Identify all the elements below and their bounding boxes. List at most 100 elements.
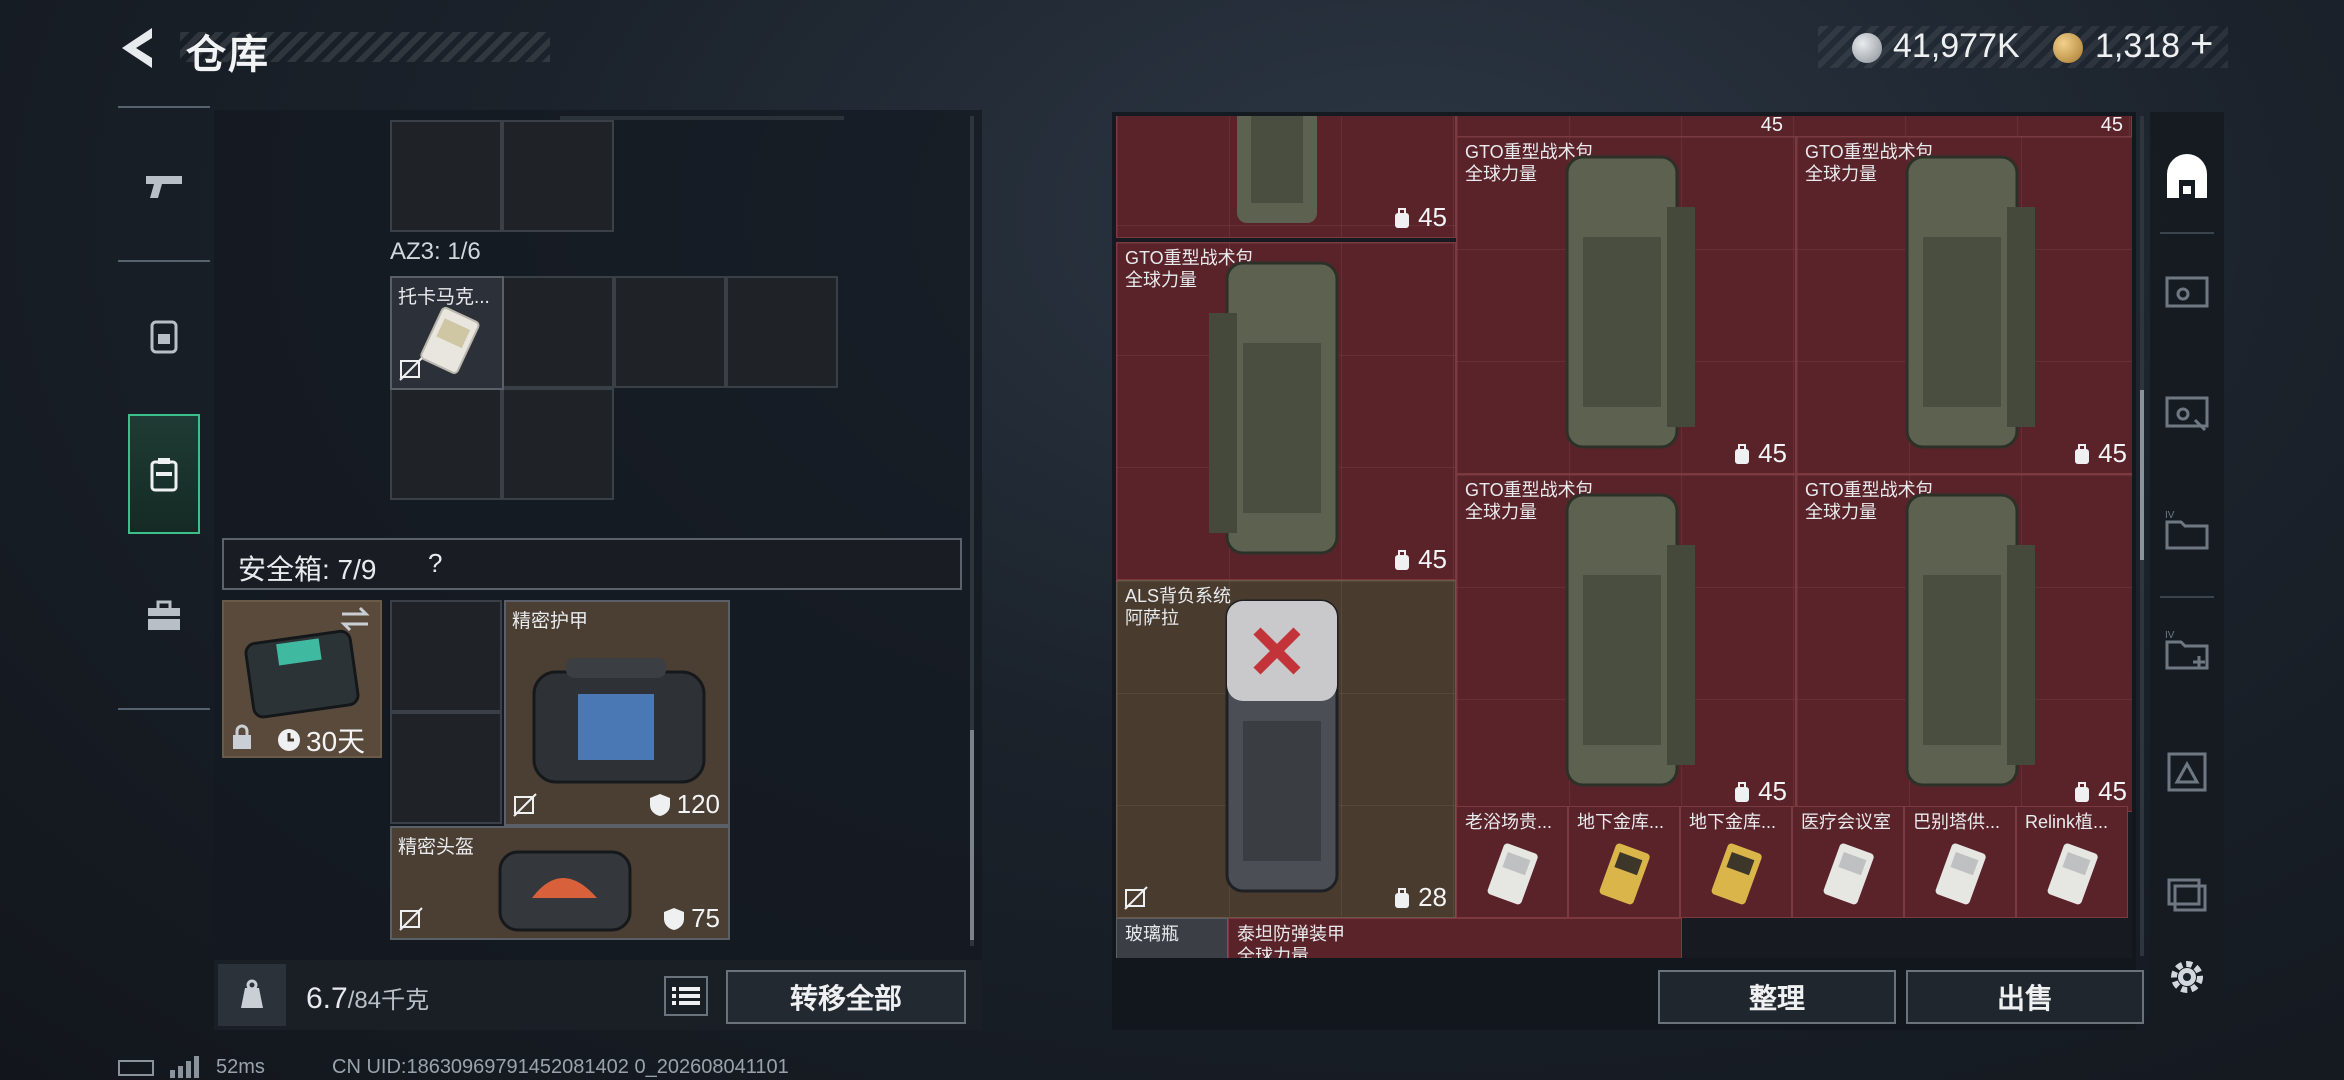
stash-item-keycard[interactable]: 老浴场贵... bbox=[1456, 806, 1568, 918]
stash-item-gto-backpack[interactable]: GTO重型战术包 全球力量 45 bbox=[1796, 474, 2132, 812]
count: 45 bbox=[1418, 202, 1447, 232]
shield-icon bbox=[664, 907, 685, 930]
stash-item-keycard[interactable]: 医疗会议室 bbox=[1792, 806, 1904, 918]
grid-edge bbox=[560, 116, 844, 120]
item-card-armor[interactable]: 精密护甲 120 bbox=[504, 600, 730, 826]
backpack-image-icon bbox=[1225, 599, 1339, 893]
count: 45 bbox=[2098, 438, 2127, 468]
stash-scrollbar-thumb[interactable] bbox=[2140, 390, 2144, 560]
stash-item-gto-backpack[interactable]: GTO重型战术包 全球力量 45 bbox=[1456, 474, 1796, 812]
gear-icon bbox=[2171, 961, 2203, 993]
settings-button[interactable] bbox=[2160, 950, 2214, 1004]
stash-grid: 45 45 45 GTO重型战术包全球力量 45 GTO重型战术包全球力量 bbox=[1116, 116, 2132, 958]
stash-item-gto-backpack[interactable]: GTO重型战术包 全球力量 45 bbox=[1796, 136, 2132, 474]
ping-readout: 52ms bbox=[216, 1056, 265, 1078]
left-category-nav bbox=[118, 106, 210, 712]
item-weight-count: 45 bbox=[2101, 116, 2123, 137]
nav-item-gear[interactable] bbox=[128, 276, 200, 396]
folder-iv-icon: IV bbox=[2165, 510, 2209, 550]
container-icon bbox=[150, 458, 178, 492]
keycard-icon bbox=[1487, 843, 1538, 905]
swap-icon[interactable] bbox=[338, 604, 372, 634]
weight-icon-box bbox=[218, 964, 286, 1026]
silver-amount: 41,977K bbox=[1893, 27, 2020, 65]
back-button[interactable] bbox=[112, 20, 168, 76]
stash-item-backpack[interactable]: 45 bbox=[1116, 116, 1456, 238]
inventory-slot[interactable] bbox=[390, 600, 502, 712]
nav-item-toolbox[interactable] bbox=[128, 556, 200, 676]
armor-value: 120 bbox=[676, 789, 720, 819]
backpack-image-icon bbox=[1209, 261, 1339, 555]
inventory-slot[interactable] bbox=[502, 388, 614, 500]
add-currency-button[interactable]: + bbox=[2190, 22, 2213, 67]
rnav-item-keycards[interactable] bbox=[2156, 250, 2218, 334]
bag-icon bbox=[1735, 781, 1750, 802]
stash-item-keycard[interactable]: Relink植... bbox=[2016, 806, 2128, 918]
rnav-item-keycards-search[interactable] bbox=[2156, 370, 2218, 454]
item-card-tokamak[interactable]: 托卡马克... bbox=[390, 276, 504, 390]
rnav-item-medical[interactable]: IV bbox=[2156, 610, 2218, 694]
stash-item-gto-backpack[interactable]: GTO重型战术包 全球力量 45 bbox=[1116, 242, 1456, 580]
stash-item-als-carrier[interactable]: ALS背负系统 阿萨拉 28 bbox=[1116, 580, 1456, 918]
gold-coin-icon bbox=[2053, 33, 2083, 63]
nav-item-weapons[interactable] bbox=[128, 126, 200, 246]
stash-item-gto-backpack[interactable]: GTO重型战术包 全球力量 45 bbox=[1456, 136, 1796, 474]
stash-item-keycard[interactable]: 地下金库... bbox=[1680, 806, 1792, 918]
rnav-item-all[interactable] bbox=[2156, 138, 2218, 222]
item-name: 泰坦防弹装甲 全球力量 bbox=[1237, 924, 1345, 958]
rig-grid bbox=[390, 120, 614, 232]
rnav-item-documents[interactable]: IV bbox=[2156, 490, 2218, 574]
silver-coin-icon bbox=[1852, 33, 1882, 63]
item-weight-count: 45 bbox=[2072, 438, 2127, 469]
inventory-scrollbar-thumb[interactable] bbox=[970, 730, 974, 940]
inventory-slot[interactable] bbox=[502, 276, 614, 388]
keycard-icon bbox=[1935, 843, 1986, 905]
rnav-item-tri-cards[interactable] bbox=[2156, 730, 2218, 814]
tri-card-icon bbox=[2167, 752, 2207, 792]
keycard-icon bbox=[1823, 843, 1874, 905]
rnav-divider bbox=[2160, 596, 2214, 598]
list-view-button[interactable] bbox=[664, 976, 708, 1016]
stash-item-partial[interactable]: 45 45 bbox=[1456, 116, 2132, 138]
nav-divider bbox=[118, 260, 210, 262]
nav-item-containers[interactable] bbox=[128, 414, 200, 534]
item-weight-count: 45 bbox=[1732, 776, 1787, 807]
inventory-slot[interactable] bbox=[390, 388, 502, 500]
rnav-item-misc[interactable] bbox=[2156, 850, 2218, 934]
safe-box-help-button[interactable]: ? bbox=[428, 548, 442, 579]
item-name: 玻璃瓶 bbox=[1125, 924, 1179, 944]
transfer-all-button[interactable]: 转移全部 bbox=[726, 970, 966, 1024]
stash-home-icon bbox=[2167, 154, 2207, 198]
bag-icon bbox=[1395, 207, 1410, 228]
inventory-slot[interactable] bbox=[726, 276, 838, 388]
nav-divider bbox=[118, 708, 210, 710]
item-card-helmet[interactable]: 精密头盔 75 bbox=[390, 826, 730, 940]
inventory-slot[interactable] bbox=[390, 712, 502, 824]
backpack-image-icon bbox=[1905, 493, 2035, 787]
key-card-search-icon bbox=[2165, 396, 2209, 432]
backpack-image-icon bbox=[1237, 116, 1317, 223]
grid-lines bbox=[1457, 116, 2131, 137]
bag-icon bbox=[1395, 549, 1410, 570]
stash-item-keycard[interactable]: 地下金库... bbox=[1568, 806, 1680, 918]
helmet-value-badge: 75 bbox=[663, 903, 720, 934]
count: 28 bbox=[1418, 882, 1447, 912]
stash-item-glass-bottle[interactable]: 玻璃瓶 bbox=[1116, 918, 1228, 958]
medical-iv-icon: IV bbox=[2165, 630, 2209, 670]
pistol-icon bbox=[146, 176, 182, 198]
shield-icon bbox=[649, 793, 670, 816]
no-trade-icon bbox=[1124, 886, 1148, 910]
organize-button[interactable]: 整理 bbox=[1658, 970, 1896, 1024]
gold-amount: 1,318 bbox=[2095, 27, 2181, 65]
stash-item-titan-armor[interactable]: 泰坦防弹装甲 全球力量 bbox=[1228, 918, 1682, 958]
battery-icon bbox=[118, 1060, 154, 1076]
count: 45 bbox=[1758, 438, 1787, 468]
sell-button[interactable]: 出售 bbox=[1906, 970, 2144, 1024]
stash-item-keycard[interactable]: 巴别塔供... bbox=[1904, 806, 2016, 918]
nav-divider bbox=[118, 106, 210, 108]
inventory-slot[interactable] bbox=[390, 120, 502, 232]
signal-icon bbox=[170, 1056, 199, 1078]
inventory-slot[interactable] bbox=[614, 276, 726, 388]
inventory-slot[interactable] bbox=[502, 120, 614, 232]
item-weight-count: 45 bbox=[1392, 202, 1447, 233]
